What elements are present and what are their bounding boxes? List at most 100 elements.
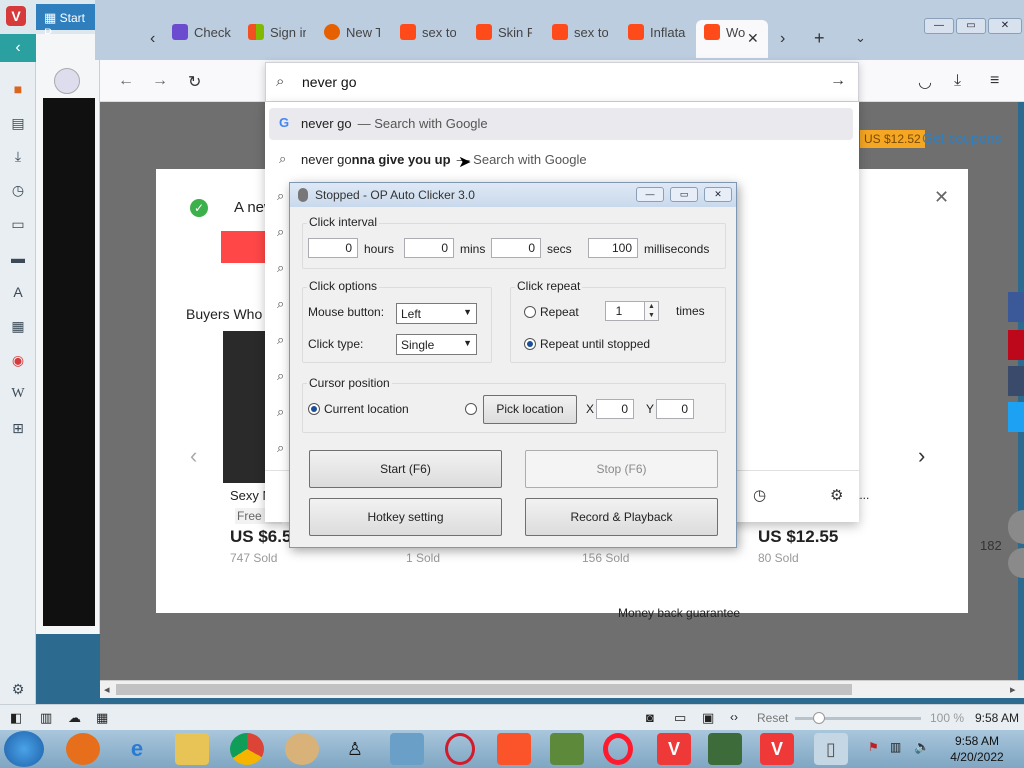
x-coordinate-input[interactable]: 0 bbox=[596, 399, 634, 419]
search-settings-gear-icon[interactable]: ⚙ bbox=[830, 486, 843, 504]
firefox-tab[interactable]: sex to bbox=[552, 24, 608, 54]
milliseconds-input[interactable]: 100 bbox=[588, 238, 638, 258]
list-all-tabs-icon[interactable]: ⌄ bbox=[855, 30, 866, 46]
window-panel-icon[interactable]: ▬ bbox=[9, 249, 27, 267]
coupon-banner[interactable]: US $12.52 Get coupons bbox=[860, 126, 1018, 154]
stop-button[interactable]: Stop (F6) bbox=[525, 450, 718, 488]
firefox-tab[interactable]: New T bbox=[324, 24, 380, 54]
pick-location-button[interactable]: Pick location bbox=[483, 395, 577, 424]
vivaldi-inner-back-icon[interactable] bbox=[54, 68, 80, 94]
close-window-icon[interactable]: ✕ bbox=[988, 18, 1022, 34]
panel-toggle-icon[interactable]: ◧ bbox=[10, 710, 22, 726]
bookmark-icon[interactable]: ■ bbox=[9, 80, 27, 98]
history-clock-icon[interactable]: ◷ bbox=[753, 486, 766, 504]
paint-icon[interactable] bbox=[285, 733, 319, 765]
secs-input[interactable]: 0 bbox=[491, 238, 541, 258]
vk-icon[interactable] bbox=[1008, 366, 1024, 396]
code-icon[interactable]: ‹› bbox=[730, 710, 738, 724]
download-icon[interactable]: ⤓ bbox=[954, 72, 961, 90]
scroll-left-icon[interactable]: ◂ bbox=[104, 683, 110, 696]
reading-list-icon[interactable]: ▤ bbox=[9, 114, 27, 132]
back-arrow-icon[interactable]: ← bbox=[118, 72, 134, 90]
firefox-tab[interactable]: Sign in bbox=[248, 24, 306, 54]
vivaldi-taskbar-icon[interactable]: V bbox=[760, 733, 794, 765]
add-panel-icon[interactable]: ⊞ bbox=[9, 419, 27, 437]
tab-scroll-left-icon[interactable]: ‹ bbox=[150, 30, 155, 48]
firefox-tab[interactable]: Check bbox=[172, 24, 232, 54]
suggestion-item[interactable]: ⌕ never gonna give you up — Search with G… bbox=[269, 144, 853, 176]
carousel-prev-icon[interactable]: ‹ bbox=[190, 443, 197, 469]
get-coupons-link[interactable]: Get coupons bbox=[922, 130, 1001, 146]
suggestion-item[interactable]: G never go — Search with Google bbox=[269, 108, 853, 140]
cloud-sync-icon[interactable]: ☁ bbox=[68, 710, 81, 726]
current-location-radio[interactable] bbox=[308, 403, 320, 415]
brave-icon[interactable] bbox=[497, 733, 531, 765]
tab-tiling-icon[interactable]: ▥ bbox=[40, 710, 52, 726]
carousel-next-icon[interactable]: › bbox=[918, 443, 925, 469]
pocket-icon[interactable]: ◡ bbox=[918, 72, 932, 92]
firefox-tab[interactable]: Inflata bbox=[628, 24, 688, 54]
zoom-slider[interactable] bbox=[795, 712, 921, 724]
vivaldi-back-icon[interactable]: ‹ bbox=[0, 34, 36, 62]
repeat-spinner[interactable]: ▲ ▼ bbox=[644, 301, 659, 321]
url-bar[interactable]: ⌕ never go → bbox=[265, 62, 859, 102]
repeat-count-input[interactable]: 1 bbox=[605, 301, 645, 321]
mins-input[interactable]: 0 bbox=[404, 238, 454, 258]
zoom-slider-thumb[interactable] bbox=[813, 712, 825, 724]
record-playback-button[interactable]: Record & Playback bbox=[525, 498, 718, 536]
downloads-icon[interactable]: ⤓ bbox=[9, 147, 27, 165]
task-manager-icon[interactable] bbox=[708, 733, 742, 765]
minimize-icon[interactable]: — bbox=[924, 18, 954, 34]
y-coordinate-input[interactable]: 0 bbox=[656, 399, 694, 419]
pick-location-radio[interactable] bbox=[465, 403, 477, 415]
translate-icon[interactable]: A bbox=[9, 283, 27, 301]
firefox-tab[interactable]: Skin F bbox=[476, 24, 532, 54]
maximize-icon[interactable]: ▭ bbox=[956, 18, 986, 34]
opera-gx-icon[interactable] bbox=[445, 733, 475, 765]
close-icon[interactable]: ✕ bbox=[704, 187, 732, 202]
image-icon[interactable]: ▣ bbox=[702, 710, 714, 726]
repeat-until-stopped-radio[interactable] bbox=[524, 338, 536, 350]
menu-hamburger-icon[interactable]: ≡ bbox=[990, 72, 999, 90]
action-center-icon[interactable]: ⚑ bbox=[868, 740, 879, 754]
pinterest-icon[interactable] bbox=[1008, 330, 1024, 360]
settings-gear-icon[interactable]: ⚙ bbox=[9, 680, 27, 698]
twitter-icon[interactable] bbox=[1008, 402, 1024, 432]
click-type-select[interactable]: Single ▼ bbox=[396, 334, 477, 355]
modal-close-icon[interactable]: ✕ bbox=[934, 187, 949, 208]
view-cart-button[interactable] bbox=[221, 231, 269, 263]
firefox-tab-active[interactable]: Wo bbox=[704, 24, 752, 54]
history-icon[interactable]: ◷ bbox=[9, 181, 27, 199]
hotkey-setting-button[interactable]: Hotkey setting bbox=[309, 498, 502, 536]
chrome-icon[interactable] bbox=[230, 733, 264, 765]
scrollbar-thumb[interactable] bbox=[116, 684, 852, 695]
mouse-button-select[interactable]: Left ▼ bbox=[396, 303, 477, 324]
auto-clicker-taskbar-icon[interactable]: ▯ bbox=[814, 733, 848, 765]
go-arrow-icon[interactable]: → bbox=[830, 72, 846, 90]
control-panel-icon[interactable] bbox=[390, 733, 424, 765]
horizontal-scrollbar[interactable]: ◂ ▸ bbox=[100, 680, 1024, 698]
tab-scroll-right-icon[interactable]: › bbox=[780, 30, 785, 48]
vivaldi-logo-icon[interactable]: V bbox=[6, 6, 26, 26]
close-tab-icon[interactable]: ✕ bbox=[747, 30, 759, 47]
hours-input[interactable]: 0 bbox=[308, 238, 358, 258]
volume-icon[interactable]: 🔈 bbox=[914, 739, 930, 755]
firefox-tab[interactable]: sex to bbox=[400, 24, 456, 54]
taskbar-clock[interactable]: 9:58 AM 4/20/2022 bbox=[940, 733, 1014, 765]
minecraft-icon[interactable] bbox=[550, 733, 584, 765]
autoclicker-titlebar[interactable]: Stopped - OP Auto Clicker 3.0 — ▭ ✕ bbox=[290, 183, 736, 207]
forward-arrow-icon[interactable]: → bbox=[152, 72, 168, 90]
notes-icon[interactable]: ▭ bbox=[9, 215, 27, 233]
url-input[interactable]: never go bbox=[302, 74, 356, 90]
camera-icon[interactable]: ◙ bbox=[646, 710, 654, 725]
zoom-reset-button[interactable]: Reset bbox=[757, 711, 788, 725]
scroll-right-icon[interactable]: ▸ bbox=[1010, 683, 1016, 696]
facebook-icon[interactable] bbox=[1008, 292, 1024, 322]
calendar-status-icon[interactable]: ▦ bbox=[96, 710, 108, 726]
new-tab-icon[interactable]: + bbox=[814, 28, 825, 49]
start-orb-icon[interactable] bbox=[4, 731, 44, 767]
internet-explorer-icon[interactable]: e bbox=[120, 733, 154, 765]
reload-icon[interactable]: ↻ bbox=[188, 72, 201, 92]
network-icon[interactable]: ▥ bbox=[890, 740, 901, 754]
stick-figure-app-icon[interactable]: ♙ bbox=[338, 733, 372, 765]
